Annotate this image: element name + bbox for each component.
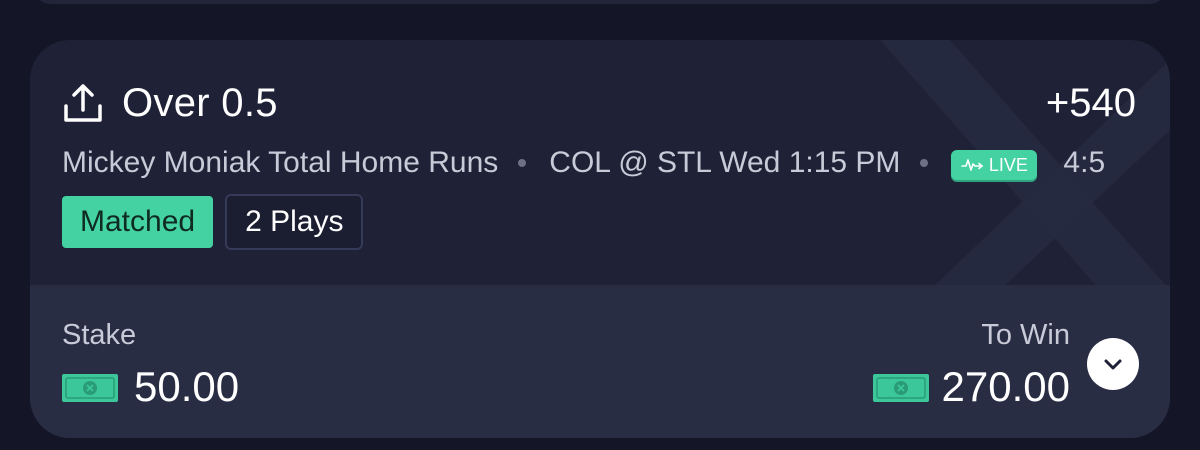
matched-tag: Matched — [62, 196, 214, 248]
live-badge: LIVE — [951, 150, 1038, 180]
separator-dot — [518, 159, 527, 167]
chevron-down-icon — [1104, 359, 1122, 370]
bet-meta: Mickey Moniak Total Home Runs COL @ STL … — [62, 143, 1105, 183]
game-info: COL @ STL Wed 1:15 PM — [549, 146, 901, 179]
share-icon[interactable] — [61, 82, 105, 126]
stake-label: Stake — [62, 319, 137, 351]
cash-icon — [62, 374, 118, 402]
bet-title: Over 0.5 — [122, 81, 278, 125]
live-label: LIVE — [988, 155, 1028, 175]
plays-tag[interactable]: 2 Plays — [225, 194, 364, 250]
cash-icon — [873, 374, 929, 402]
previous-card — [30, 0, 1170, 4]
stake-value: 50.00 — [134, 363, 240, 410]
ball-strike-count: 4:5 — [1063, 146, 1106, 179]
to-win-label: To Win — [981, 319, 1070, 351]
bet-odds: +540 — [1045, 81, 1136, 125]
expand-button[interactable] — [1087, 338, 1139, 390]
bet-tags: Matched 2 Plays — [62, 194, 364, 250]
market-name: Mickey Moniak Total Home Runs — [62, 146, 499, 179]
to-win-value: 270.00 — [941, 363, 1070, 410]
wager-summary: Stake 50.00 To Win 270.00 — [30, 285, 1170, 438]
separator-dot — [920, 159, 929, 167]
bet-card[interactable]: Over 0.5 +540 Mickey Moniak Total Home R… — [30, 40, 1170, 438]
pulse-icon — [961, 159, 983, 171]
